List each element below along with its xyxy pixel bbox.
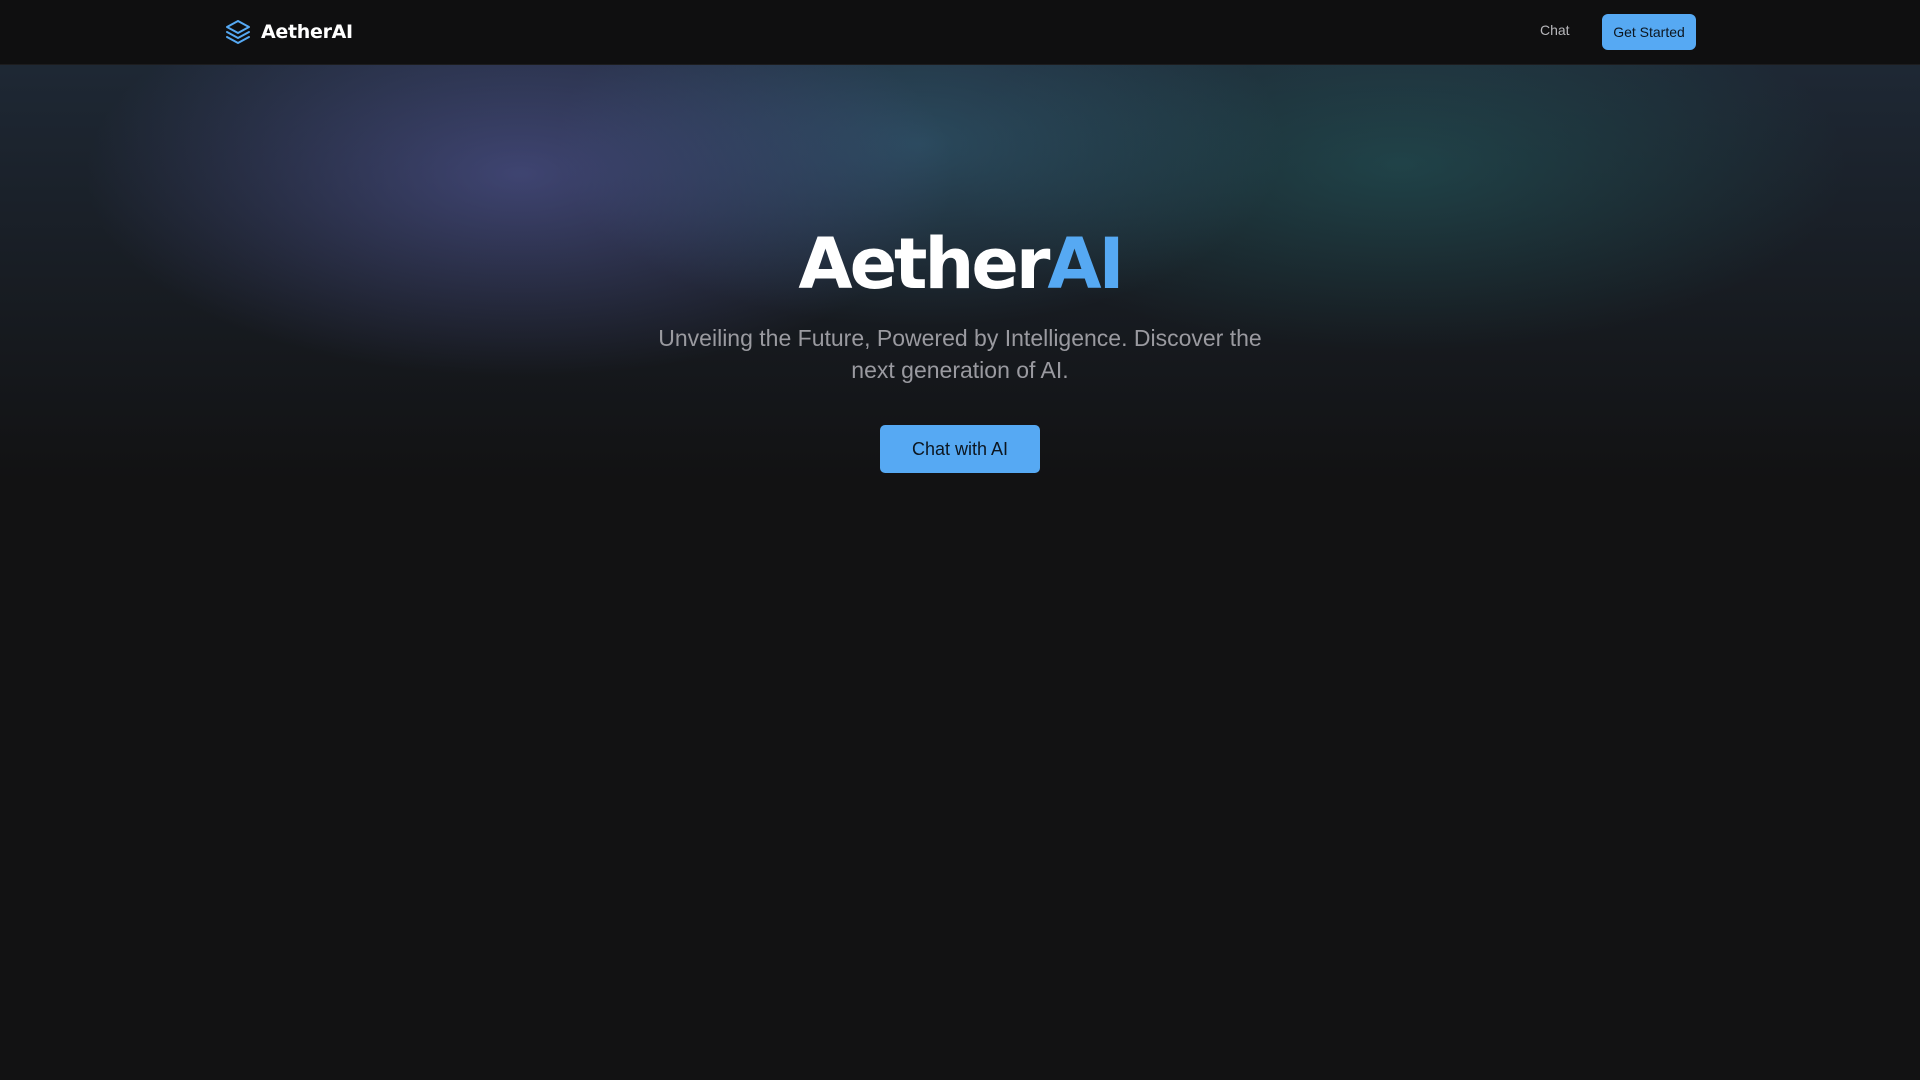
hero-subtitle: Unveiling the Future, Powered by Intelli… xyxy=(658,325,1262,383)
top-navbar: AetherAI Chat Get Started xyxy=(0,0,1920,65)
nav-chat-link[interactable]: Chat xyxy=(1540,22,1570,38)
hero-title-main: Aether xyxy=(798,223,1050,305)
landing-page: AetherAI Chat Get Started AetherAI Unvei… xyxy=(0,0,1920,1080)
chat-with-ai-button[interactable]: Chat with AI xyxy=(880,425,1040,473)
hero-section: AetherAI Unveiling the Future, Powered b… xyxy=(0,0,1920,1080)
layers-icon xyxy=(226,20,250,44)
brand-link[interactable]: AetherAI xyxy=(224,18,353,46)
brand-name: AetherAI xyxy=(261,21,353,43)
get-started-button[interactable]: Get Started xyxy=(1602,14,1696,50)
hero-title: AetherAI xyxy=(0,222,1920,306)
hero-title-accent: AI xyxy=(1047,223,1124,305)
